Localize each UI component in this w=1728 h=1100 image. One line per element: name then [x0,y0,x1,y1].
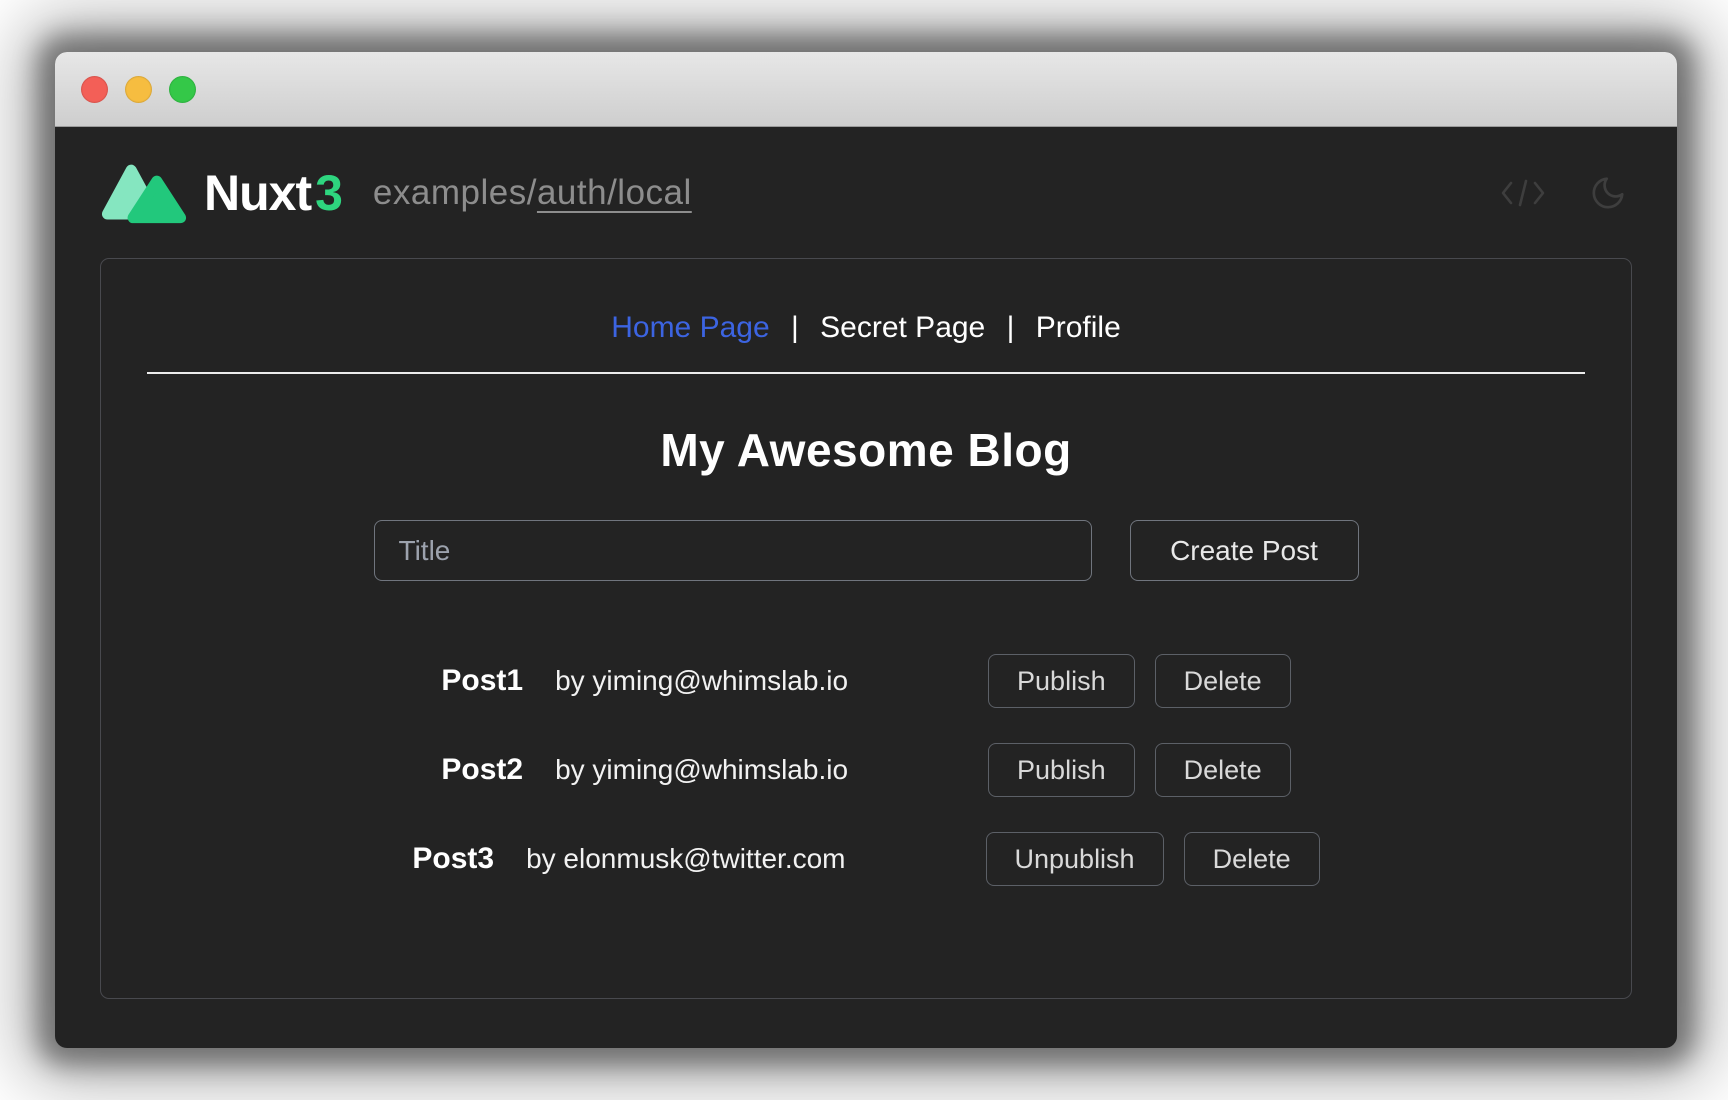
nav-link-profile[interactable]: Profile [1036,311,1121,344]
breadcrumb-link[interactable]: auth/local [537,173,692,212]
minimize-icon[interactable] [125,76,152,103]
post-name: Post1 [441,664,523,698]
zoom-icon[interactable] [169,76,196,103]
unpublish-button[interactable]: Unpublish [986,832,1164,886]
breadcrumb-prefix: examples/ [373,173,537,212]
nav-separator: | [1007,311,1015,344]
brand-name: Nuxt [204,164,311,222]
post-row: Post3 by elonmusk@twitter.com Unpublish … [101,832,1631,886]
app-window: Nuxt 3 examples/auth/local Home Page [55,52,1677,1048]
post-name: Post3 [412,842,494,876]
publish-button[interactable]: Publish [988,654,1135,708]
create-post-button[interactable]: Create Post [1130,520,1359,581]
post-list: Post1 by yiming@whimslab.io Publish Dele… [101,654,1631,886]
delete-button[interactable]: Delete [1155,743,1291,797]
breadcrumb: examples/auth/local [373,173,692,213]
post-byline: by elonmusk@twitter.com [526,843,845,875]
title-input[interactable] [374,520,1092,581]
post-actions: Publish Delete [988,743,1291,797]
create-post-form: Create Post [101,520,1631,581]
close-icon[interactable] [81,76,108,103]
nav-separator: | [791,311,799,344]
brand-version: 3 [315,164,343,222]
post-byline: by yiming@whimslab.io [555,665,848,697]
page-title: My Awesome Blog [101,424,1631,476]
nav-divider [147,372,1585,374]
post-row: Post2 by yiming@whimslab.io Publish Dele… [101,743,1631,797]
post-byline: by yiming@whimslab.io [555,754,848,786]
publish-button[interactable]: Publish [988,743,1135,797]
delete-button[interactable]: Delete [1155,654,1291,708]
window-titlebar [55,52,1677,127]
nav-link-secret-page[interactable]: Secret Page [820,311,985,344]
brand: Nuxt 3 [204,164,343,222]
header-icons [1499,174,1627,212]
post-actions: Unpublish Delete [986,832,1320,886]
post-name: Post2 [441,753,523,787]
main-panel: Home Page | Secret Page | Profile My Awe… [100,258,1632,999]
nav-link-home-page[interactable]: Home Page [611,311,769,344]
code-icon[interactable] [1499,177,1547,209]
app-header: Nuxt 3 examples/auth/local [55,127,1677,258]
moon-icon[interactable] [1589,174,1627,212]
delete-button[interactable]: Delete [1184,832,1320,886]
post-actions: Publish Delete [988,654,1291,708]
app-content: Nuxt 3 examples/auth/local Home Page [55,127,1677,1047]
nuxt-logo-icon[interactable] [100,161,188,225]
post-row: Post1 by yiming@whimslab.io Publish Dele… [101,654,1631,708]
page-nav: Home Page | Secret Page | Profile [101,259,1631,345]
